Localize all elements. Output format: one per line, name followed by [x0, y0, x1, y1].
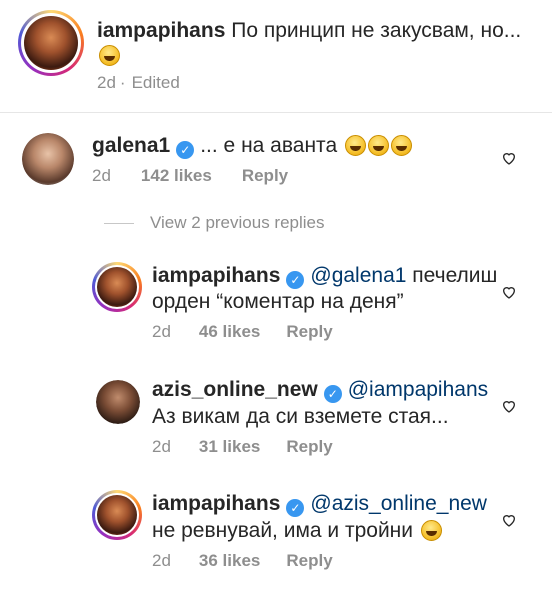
avatar[interactable] [22, 133, 74, 185]
timestamp: 2d [152, 322, 171, 341]
timestamp: 2d [97, 73, 116, 92]
view-replies-label: View 2 previous replies [150, 213, 325, 232]
avatar[interactable] [18, 10, 84, 76]
comment-meta: 2d 142 likes Reply [92, 166, 318, 186]
mention-link[interactable]: @iampapihans [348, 378, 488, 401]
reply-text-line2: Аз викам да си вземете стая... [152, 405, 449, 428]
reply-button[interactable]: Reply [286, 437, 332, 456]
reply-text-line2: орден “коментар на деня” [152, 290, 404, 313]
divider [104, 223, 134, 225]
divider [0, 112, 552, 113]
timestamp: 2d [152, 437, 171, 456]
likes-count[interactable]: 36 likes [199, 551, 260, 570]
grinning-emoji-icon [99, 45, 120, 66]
comment-body: ... е на аванта [200, 134, 338, 157]
laughing-emoji-icon [390, 135, 412, 156]
username[interactable]: iampapihans [152, 264, 280, 287]
avatar[interactable] [92, 490, 142, 540]
reply-button[interactable]: Reply [286, 551, 332, 570]
laughing-emoji-icon [344, 135, 366, 156]
reply-meta: 2d 36 likes Reply [152, 551, 363, 571]
verified-badge-icon: ✓ [286, 499, 305, 517]
mention-link[interactable]: @azis_online_new [310, 492, 487, 515]
timestamp: 2d [152, 551, 171, 570]
reply-text-line1: iampapihans ✓ @galena1 печелиш [152, 263, 497, 289]
edited-label: Edited [131, 73, 180, 92]
username[interactable]: iampapihans [152, 492, 280, 515]
reply-button[interactable]: Reply [242, 166, 288, 185]
username[interactable]: iampapihans [97, 19, 225, 42]
timestamp: 2d [92, 166, 111, 185]
mention-link[interactable]: @galena1 [310, 264, 406, 287]
verified-badge-icon: ✓ [286, 271, 305, 289]
likes-count[interactable]: 46 likes [199, 322, 260, 341]
reply-text-line1: azis_online_new ✓ @iampapihans [152, 377, 488, 403]
grinning-emoji-icon [420, 520, 442, 541]
reply-meta: 2d 46 likes Reply [152, 322, 363, 342]
view-previous-replies-button[interactable]: View 2 previous replies [104, 213, 325, 233]
reply-meta: 2d 31 likes Reply [152, 437, 363, 457]
reply-button[interactable]: Reply [286, 322, 332, 341]
reply-body: печелиш [412, 264, 498, 287]
comment-text: galena1 ✓ ... е на аванта [92, 133, 412, 159]
avatar[interactable] [92, 262, 142, 312]
heart-icon[interactable] [501, 150, 517, 166]
likes-count[interactable]: 142 likes [141, 166, 212, 185]
caption-text: По принцип не закусвам, но... [231, 19, 522, 42]
post-meta: 2d · Edited [97, 73, 210, 93]
username[interactable]: galena1 [92, 134, 170, 157]
reply-text-line2: не ревнувай, има и тройни [152, 518, 442, 544]
heart-icon[interactable] [501, 398, 517, 414]
username[interactable]: azis_online_new [152, 378, 318, 401]
reply-text-line1: iampapihans ✓ @azis_online_new [152, 491, 487, 517]
heart-icon[interactable] [501, 512, 517, 528]
post-caption: iampapihans По принцип не закусвам, но..… [97, 18, 521, 44]
laughing-emoji-icon [367, 135, 389, 156]
reply-body: не ревнувай, има и тройни [152, 519, 414, 542]
verified-badge-icon: ✓ [323, 385, 342, 403]
caption-emoji-row [97, 45, 120, 67]
separator-dot: · [119, 73, 126, 92]
avatar[interactable] [96, 380, 140, 424]
likes-count[interactable]: 31 likes [199, 437, 260, 456]
verified-badge-icon: ✓ [176, 141, 195, 159]
heart-icon[interactable] [501, 284, 517, 300]
